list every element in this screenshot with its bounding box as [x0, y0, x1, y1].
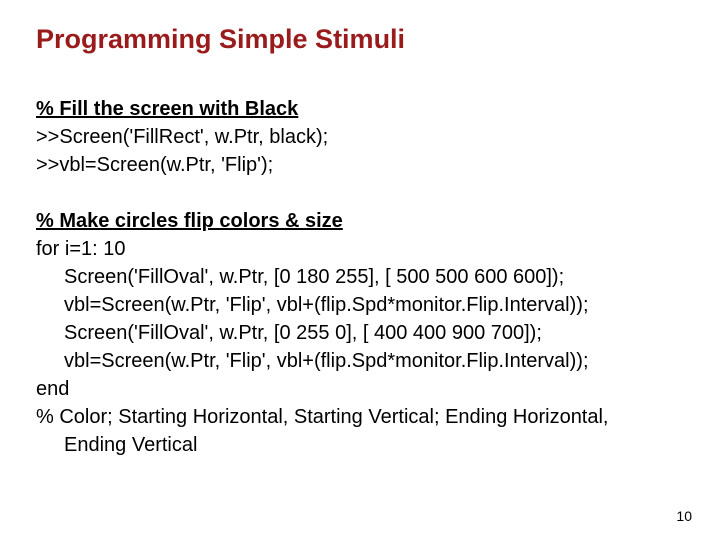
code-line: >>Screen('FillRect', w.Ptr, black); [36, 123, 684, 151]
slide-title: Programming Simple Stimuli [36, 24, 684, 55]
slide: Programming Simple Stimuli % Fill the sc… [0, 0, 720, 540]
code-line: vbl=Screen(w.Ptr, 'Flip', vbl+(flip.Spd*… [36, 347, 684, 375]
code-line: end [36, 375, 684, 403]
code-block-circles: % Make circles flip colors & size for i=… [36, 207, 684, 459]
page-number: 10 [676, 508, 692, 524]
section-heading: % Fill the screen with Black [36, 95, 684, 123]
code-line: Screen('FillOval', w.Ptr, [0 255 0], [ 4… [36, 319, 684, 347]
code-block-fill-black: % Fill the screen with Black >>Screen('F… [36, 95, 684, 179]
code-comment: % Color; Starting Horizontal, Starting V… [36, 403, 684, 431]
section-heading: % Make circles flip colors & size [36, 207, 684, 235]
code-line: for i=1: 10 [36, 235, 684, 263]
code-line: Screen('FillOval', w.Ptr, [0 180 255], [… [36, 263, 684, 291]
code-comment: Ending Vertical [36, 431, 684, 459]
code-line: vbl=Screen(w.Ptr, 'Flip', vbl+(flip.Spd*… [36, 291, 684, 319]
code-line: >>vbl=Screen(w.Ptr, 'Flip'); [36, 151, 684, 179]
